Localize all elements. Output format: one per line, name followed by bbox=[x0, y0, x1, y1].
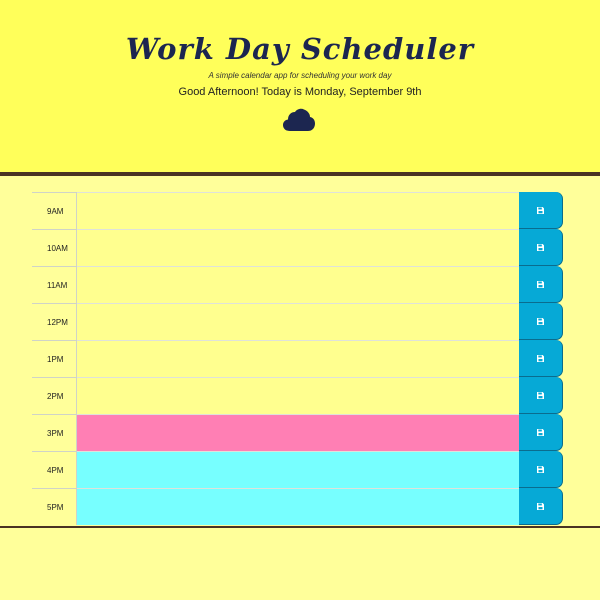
save-icon bbox=[537, 243, 544, 251]
event-description-input[interactable] bbox=[77, 377, 519, 414]
event-description-input[interactable] bbox=[77, 451, 519, 488]
event-description-input[interactable] bbox=[77, 229, 519, 266]
save-button[interactable] bbox=[519, 266, 563, 303]
cloud-icon bbox=[283, 108, 315, 131]
time-block: 2PM bbox=[32, 377, 564, 414]
hour-label: 12PM bbox=[32, 303, 77, 340]
hour-label: 2PM bbox=[32, 377, 77, 414]
save-button[interactable] bbox=[519, 340, 563, 377]
event-description-input[interactable] bbox=[77, 414, 519, 451]
save-icon bbox=[537, 502, 544, 510]
save-button[interactable] bbox=[519, 488, 563, 525]
page-title: Work Day Scheduler bbox=[125, 32, 475, 66]
hour-label: 9AM bbox=[32, 192, 77, 229]
time-block: 1PM bbox=[32, 340, 564, 377]
hour-label: 11AM bbox=[32, 266, 77, 303]
scheduler: 9AM 10AM 11AM 12PM 1PM 2PM 3PM 4PM 5PM bbox=[32, 192, 564, 525]
save-button[interactable] bbox=[519, 229, 563, 266]
save-icon bbox=[537, 354, 544, 362]
time-block: 11AM bbox=[32, 266, 564, 303]
time-block: 4PM bbox=[32, 451, 564, 488]
current-day: Good Afternoon! Today is Monday, Septemb… bbox=[178, 86, 422, 98]
save-button[interactable] bbox=[519, 377, 563, 414]
event-description-input[interactable] bbox=[77, 303, 519, 340]
bottom-divider bbox=[0, 526, 600, 528]
hour-label: 1PM bbox=[32, 340, 77, 377]
save-button[interactable] bbox=[519, 451, 563, 488]
save-icon bbox=[537, 391, 544, 399]
save-button[interactable] bbox=[519, 303, 563, 340]
save-icon bbox=[537, 206, 544, 214]
hour-label: 3PM bbox=[32, 414, 77, 451]
page-subtitle: A simple calendar app for scheduling you… bbox=[208, 71, 392, 80]
time-block: 10AM bbox=[32, 229, 564, 266]
event-description-input[interactable] bbox=[77, 488, 519, 525]
hour-label: 10AM bbox=[32, 229, 77, 266]
event-description-input[interactable] bbox=[77, 266, 519, 303]
hour-label: 4PM bbox=[32, 451, 77, 488]
save-button[interactable] bbox=[519, 192, 563, 229]
time-block: 12PM bbox=[32, 303, 564, 340]
time-block: 3PM bbox=[32, 414, 564, 451]
save-button[interactable] bbox=[519, 414, 563, 451]
time-block: 9AM bbox=[32, 192, 564, 229]
event-description-input[interactable] bbox=[77, 192, 519, 229]
save-icon bbox=[537, 280, 544, 288]
header: Work Day Scheduler A simple calendar app… bbox=[0, 0, 600, 176]
time-block: 5PM bbox=[32, 488, 564, 525]
hour-label: 5PM bbox=[32, 488, 77, 525]
save-icon bbox=[537, 317, 544, 325]
save-icon bbox=[537, 465, 544, 473]
save-icon bbox=[537, 428, 544, 436]
event-description-input[interactable] bbox=[77, 340, 519, 377]
